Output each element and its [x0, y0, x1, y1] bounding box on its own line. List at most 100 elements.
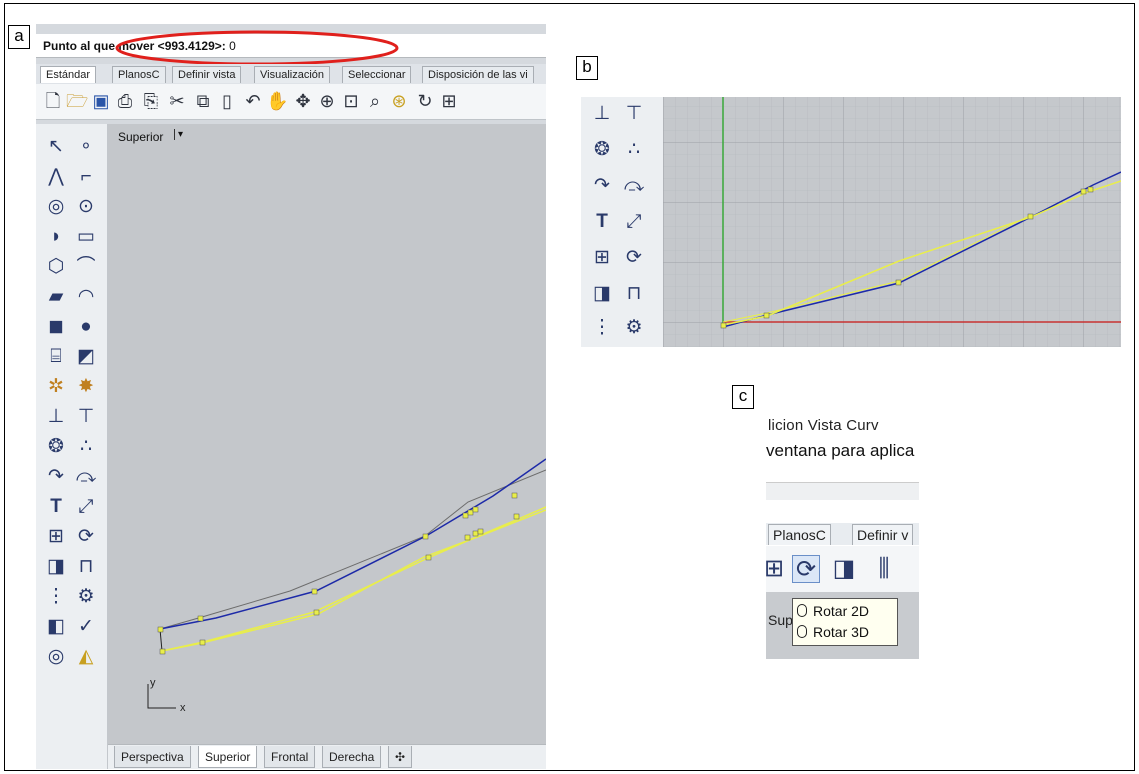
- rotate-icon[interactable]: ⟳: [73, 524, 99, 550]
- save-icon[interactable]: ▣: [90, 90, 112, 112]
- move-view-icon[interactable]: ✥: [292, 90, 314, 112]
- array-icon[interactable]: ⋮: [589, 315, 615, 341]
- trim-icon[interactable]: ↷: [43, 464, 69, 490]
- group-icon[interactable]: ⊞: [766, 555, 788, 583]
- text-tool-icon[interactable]: T: [43, 494, 69, 520]
- boolean-union-icon[interactable]: ❂: [43, 434, 69, 460]
- curve-icon[interactable]: ⌐: [73, 164, 99, 190]
- dimension-icon[interactable]: ⊥: [43, 404, 69, 430]
- dimension-aligned-icon[interactable]: ⊤: [621, 101, 647, 127]
- cylinder-icon[interactable]: ⌸: [43, 344, 69, 370]
- light-icon[interactable]: ◭: [73, 644, 99, 670]
- array-icon[interactable]: ⋮: [43, 584, 69, 610]
- trim-icon[interactable]: ↷: [589, 173, 615, 199]
- tab-superior[interactable]: Superior: [198, 746, 258, 768]
- axis-label-x: x: [180, 702, 186, 714]
- menu-bar-fragment[interactable]: licion Vista Curv: [768, 417, 879, 434]
- panel-c-separator: [766, 482, 919, 500]
- mesh-icon[interactable]: ◩: [73, 344, 99, 370]
- zoom-icon[interactable]: ⊕: [316, 90, 338, 112]
- zoom-extents-icon[interactable]: ⌕: [364, 90, 386, 112]
- mirror-icon[interactable]: ⫼: [870, 555, 898, 583]
- cut-icon[interactable]: ✂: [166, 90, 188, 112]
- curves-drawing: [147, 458, 546, 709]
- command-message-fragment: ventana para aplica: [766, 441, 915, 460]
- copy-icon[interactable]: ⧉: [192, 90, 214, 112]
- rotate-icon[interactable]: ⟳: [621, 245, 647, 271]
- block-icon[interactable]: ◨: [589, 281, 615, 307]
- point-icon[interactable]: ∘: [73, 134, 99, 160]
- tab-derecha[interactable]: Derecha: [322, 746, 382, 768]
- group-icon[interactable]: ⊞: [43, 524, 69, 550]
- tab-planosc[interactable]: PlanosC: [112, 66, 166, 83]
- zoom-selected-icon[interactable]: ⊛: [388, 90, 410, 112]
- toolbar-tabs: Estándar PlanosC Definir vista Visualiza…: [36, 64, 546, 84]
- dimension-aligned-icon[interactable]: ⊤: [73, 404, 99, 430]
- sphere-solid-icon[interactable]: ●: [73, 314, 99, 340]
- pan-hand-icon[interactable]: ✋: [266, 90, 288, 112]
- block-icon[interactable]: ◨: [830, 555, 858, 583]
- zoom-window-icon[interactable]: ⊡: [340, 90, 362, 112]
- undo-icon[interactable]: ↶: [242, 90, 264, 112]
- tab-seleccionar[interactable]: Seleccionar: [342, 66, 412, 83]
- new-file-icon[interactable]: 🗋: [42, 90, 64, 112]
- dimension-linear-icon[interactable]: ⊓: [73, 554, 99, 580]
- gear-puzzle-icon[interactable]: ✲: [43, 374, 69, 400]
- box-solid-icon[interactable]: ◼: [43, 314, 69, 340]
- select-arrow-icon[interactable]: ↖: [43, 134, 69, 160]
- panel-label-a: a: [8, 25, 30, 49]
- scale-icon[interactable]: ⤢: [621, 209, 647, 235]
- tooltip-rotar-2d[interactable]: Rotar 2D: [797, 603, 869, 619]
- dimension-linear-icon[interactable]: ⊓: [621, 281, 647, 307]
- boolean-union-icon[interactable]: ❂: [589, 137, 615, 163]
- scale-icon[interactable]: ⤢: [73, 494, 99, 520]
- split-icon[interactable]: ⤼: [621, 173, 647, 199]
- add-viewport-tab[interactable]: ✣: [388, 746, 413, 768]
- viewport-layout-icon[interactable]: ⊞: [438, 90, 460, 112]
- group-icon[interactable]: ⊞: [589, 245, 615, 271]
- highlight-ellipse: [115, 30, 399, 66]
- polygon-icon[interactable]: ⬡: [43, 254, 69, 280]
- panel-b-tool-palette: ⊥ ⊤ ❂ ∴ ↷ ⤼ T ⤢ ⊞ ⟳ ◨ ⊓ ⋮ ⚙: [581, 97, 663, 347]
- text-tool-icon[interactable]: T: [589, 209, 615, 235]
- top-viewport[interactable]: Superior ▾ y x: [108, 124, 546, 744]
- properties-icon[interactable]: ⚙: [73, 584, 99, 610]
- circle-center-icon[interactable]: ⊙: [73, 194, 99, 220]
- circle-icon[interactable]: ◎: [43, 194, 69, 220]
- tab-definir-vista[interactable]: Definir v: [852, 524, 914, 545]
- tab-definir-vista[interactable]: Definir vista: [172, 66, 242, 83]
- split-icon[interactable]: ⤼: [73, 464, 99, 490]
- analyze-icon[interactable]: ◎: [43, 644, 69, 670]
- dimension-icon[interactable]: ⊥: [589, 101, 615, 127]
- block-icon[interactable]: ◨: [43, 554, 69, 580]
- panel-c-zoom: licion Vista Curv ventana para aplica Pl…: [766, 415, 919, 659]
- tab-visualizacion[interactable]: Visualización: [254, 66, 331, 83]
- rotate-icon[interactable]: ⟳: [792, 555, 820, 583]
- rotate-view-icon[interactable]: ↻: [414, 90, 436, 112]
- standard-toolbar: 🗋 🗁 ▣ ⎙ ⎘ ✂ ⧉ ▯ ↶ ✋ ✥ ⊕ ⊡ ⌕ ⊛ ↻ ⊞: [36, 84, 546, 120]
- polyline-icon[interactable]: ⋀: [43, 164, 69, 190]
- tab-estandar[interactable]: Estándar: [40, 66, 97, 83]
- tab-perspectiva[interactable]: Perspectiva: [114, 746, 191, 768]
- panel-c-tabs: PlanosC Definir v: [766, 523, 919, 545]
- rectangle-icon[interactable]: ▭: [73, 224, 99, 250]
- tooltip-rotar-3d[interactable]: Rotar 3D: [797, 624, 869, 640]
- tab-frontal[interactable]: Frontal: [264, 746, 316, 768]
- check-icon[interactable]: ✓: [73, 614, 99, 640]
- surface-icon[interactable]: ▰: [43, 284, 69, 310]
- arc-icon[interactable]: ◗: [43, 224, 69, 250]
- properties-icon[interactable]: ⚙: [621, 315, 647, 341]
- paste-icon[interactable]: ▯: [216, 90, 238, 112]
- panel-label-c: c: [732, 385, 754, 409]
- array-points-icon[interactable]: ∴: [621, 137, 647, 163]
- tab-disposicion[interactable]: Disposición de las vi: [422, 66, 534, 83]
- fillet-curve-icon[interactable]: ⌒: [73, 254, 99, 280]
- print-icon[interactable]: ⎙: [114, 90, 136, 112]
- import-icon[interactable]: ⎘: [140, 90, 162, 112]
- explode-icon[interactable]: ✸: [73, 374, 99, 400]
- open-folder-icon[interactable]: 🗁: [66, 90, 88, 112]
- tab-planosc[interactable]: PlanosC: [768, 524, 831, 545]
- array-points-icon[interactable]: ∴: [73, 434, 99, 460]
- loft-icon[interactable]: ◠: [73, 284, 99, 310]
- render-icon[interactable]: ◧: [43, 614, 69, 640]
